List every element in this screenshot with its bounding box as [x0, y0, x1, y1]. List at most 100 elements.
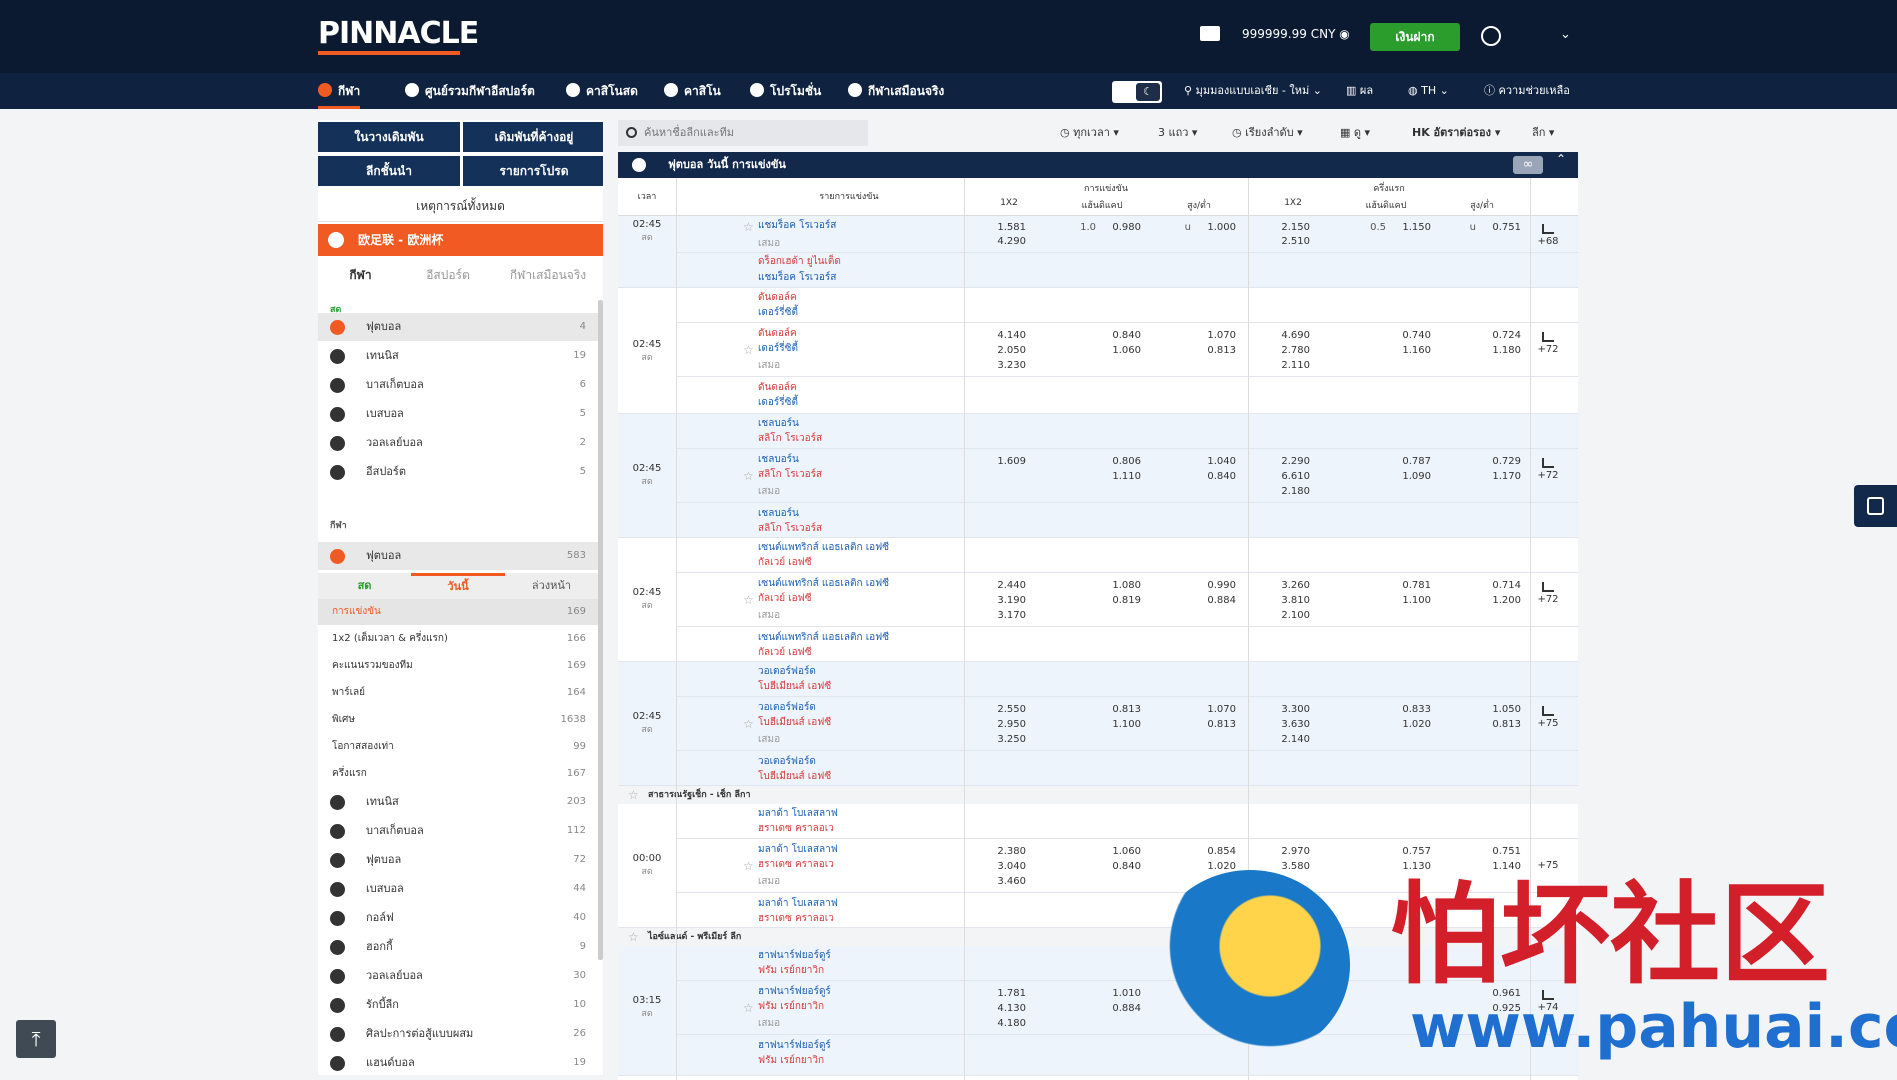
nav-esports-hub[interactable]: ศูนย์รวมกีฬาอีสปอร์ต: [405, 73, 535, 109]
chevron-up-icon[interactable]: ⌃: [1556, 152, 1566, 166]
period-tab-today[interactable]: วันนี้: [411, 573, 505, 599]
odds-cell[interactable]: 2.290: [1280, 454, 1310, 469]
odds-cell[interactable]: 1.160: [1391, 343, 1431, 358]
odds-cell[interactable]: 2.050: [996, 343, 1026, 358]
featured-league-banner[interactable]: 欧足联 - 欧洲杯: [318, 224, 603, 256]
odds-cell[interactable]: 1.050: [1481, 702, 1521, 717]
star-icon[interactable]: ☆: [628, 786, 639, 804]
sport-item[interactable]: ฮอกกี้ 9: [318, 933, 598, 961]
odds-cell[interactable]: 1.070: [1196, 702, 1236, 717]
odds-cell[interactable]: 0.751: [1481, 844, 1521, 859]
odds-cell[interactable]: 1.070: [1196, 328, 1236, 343]
odds-cell[interactable]: 1.180: [1481, 343, 1521, 358]
sport-item[interactable]: บาสเก็ตบอล 112: [318, 817, 598, 845]
odds-cell[interactable]: 1.080: [1101, 578, 1141, 593]
sport-item[interactable]: เบสบอล 44: [318, 875, 598, 903]
star-icon[interactable]: ☆: [743, 717, 754, 731]
odds-cell[interactable]: 4.690: [1280, 328, 1310, 343]
odds-cell[interactable]: 0.990: [1196, 578, 1236, 593]
time-filter[interactable]: ◷ ทุกเวลา ▾: [1060, 120, 1119, 146]
tab-sports[interactable]: กีฬา: [318, 258, 403, 292]
market-item[interactable]: พิเศษ 1638: [318, 707, 598, 733]
star-icon[interactable]: ☆: [743, 343, 754, 357]
odds-cell[interactable]: 4.290: [996, 234, 1026, 249]
odds-cell[interactable]: 2.150: [1280, 220, 1310, 235]
odds-cell[interactable]: 3.260: [1280, 578, 1310, 593]
user-icon[interactable]: [1481, 26, 1501, 46]
nav-casino[interactable]: คาสิโน: [664, 73, 721, 109]
market-item[interactable]: คะแนนรวมของทีม 169: [318, 653, 598, 679]
odds-cell[interactable]: 0.840: [1101, 328, 1141, 343]
live-sport-item[interactable]: ฟุตบอล 4: [318, 313, 598, 341]
mail-icon[interactable]: [1200, 26, 1220, 41]
odds-cell[interactable]: 1.150: [1391, 220, 1431, 235]
nav-virtual-sports[interactable]: กีฬาเสมือนจริง: [848, 73, 944, 109]
market-item[interactable]: ครึ่งแรก 167: [318, 761, 598, 787]
odds-cell[interactable]: 0.840: [1101, 859, 1141, 874]
tab-esports[interactable]: อีสปอร์ต: [403, 258, 493, 292]
odds-cell[interactable]: 0.813: [1481, 717, 1521, 732]
more-markets[interactable]: +72: [1528, 332, 1568, 355]
odds-cell[interactable]: 1.100: [1101, 717, 1141, 732]
view-filter[interactable]: ▦ ดู ▾: [1340, 120, 1370, 146]
odds-cell[interactable]: 0.806: [1101, 454, 1141, 469]
odds-cell[interactable]: 0.884: [1101, 1001, 1141, 1016]
sport-item[interactable]: กอล์ฟ 40: [318, 904, 598, 932]
odds-cell[interactable]: 2.140: [1280, 732, 1310, 747]
odds-cell[interactable]: 0.980: [1101, 220, 1141, 235]
sport-item[interactable]: ฟุตบอล 72: [318, 846, 598, 874]
odds-cell[interactable]: 0.854: [1196, 844, 1236, 859]
sport-item[interactable]: รักบี้ลีก 10: [318, 991, 598, 1019]
odds-cell[interactable]: 1.090: [1391, 469, 1431, 484]
odds-cell[interactable]: 1.781: [996, 986, 1026, 1001]
odds-cell[interactable]: 0.884: [1196, 593, 1236, 608]
odds-cell[interactable]: 2.110: [1280, 358, 1310, 373]
odds-cell[interactable]: 2.440: [996, 578, 1026, 593]
odds-cell[interactable]: 0.787: [1391, 454, 1431, 469]
sort-filter[interactable]: ◷ เรียงลำดับ ▾: [1232, 120, 1303, 146]
star-icon[interactable]: ☆: [743, 469, 754, 483]
period-tab-early[interactable]: ล่วงหน้า: [505, 573, 598, 599]
sport-item[interactable]: เทนนิส 203: [318, 788, 598, 816]
odds-cell[interactable]: 1.609: [996, 454, 1026, 469]
odds-cell[interactable]: 3.190: [996, 593, 1026, 608]
odds-cell[interactable]: 1.020: [1391, 717, 1431, 732]
open-bets-button[interactable]: ในวางเดิมพัน: [318, 122, 460, 152]
results-link[interactable]: ▥ ผล: [1346, 73, 1373, 109]
infinite-scroll-toggle[interactable]: ∞: [1513, 156, 1543, 174]
odds-cell[interactable]: 0.813: [1101, 702, 1141, 717]
sidebar-scrollbar[interactable]: [598, 300, 603, 960]
odds-cell[interactable]: 0.751: [1481, 220, 1521, 235]
live-sport-item[interactable]: อีสปอร์ต 5: [318, 458, 598, 486]
search-input[interactable]: [618, 120, 868, 146]
star-icon[interactable]: ☆: [628, 928, 639, 946]
nav-sports[interactable]: กีฬา: [318, 73, 361, 109]
market-item[interactable]: พาร์เลย์ 164: [318, 680, 598, 706]
market-item[interactable]: 1x2 (เต็มเวลา & ครึ่งแรก) 166: [318, 626, 598, 652]
live-sport-item[interactable]: เบสบอล 5: [318, 400, 598, 428]
favorites-button[interactable]: รายการโปรด: [463, 156, 603, 186]
live-sport-item[interactable]: บาสเก็ตบอล 6: [318, 371, 598, 399]
star-icon[interactable]: ☆: [743, 220, 754, 234]
odds-cell[interactable]: 1.110: [1101, 469, 1141, 484]
star-icon[interactable]: ☆: [743, 593, 754, 607]
live-sport-item[interactable]: วอลเลย์บอล 2: [318, 429, 598, 457]
top-leagues-button[interactable]: ลีกชั้นนำ: [318, 156, 460, 186]
odds-cell[interactable]: 2.380: [996, 844, 1026, 859]
market-item[interactable]: การแข่งขัน 169: [318, 599, 598, 625]
rows-filter[interactable]: 3 แถว ▾: [1158, 120, 1197, 146]
odds-cell[interactable]: 3.250: [996, 732, 1026, 747]
star-icon[interactable]: ☆: [743, 1001, 754, 1015]
nav-live-casino[interactable]: คาสิโนสด: [566, 73, 638, 109]
sport-item[interactable]: วอลเลย์บอล 30: [318, 962, 598, 990]
period-tab-live[interactable]: สด: [318, 573, 411, 599]
odds-cell[interactable]: 3.230: [996, 358, 1026, 373]
all-events-link[interactable]: เหตุการณ์ทั้งหมด: [318, 190, 603, 222]
odds-cell[interactable]: 1.010: [1101, 986, 1141, 1001]
odds-cell[interactable]: 0.813: [1196, 343, 1236, 358]
sport-item[interactable]: ศิลปะการต่อสู้แบบผสม 26: [318, 1020, 598, 1048]
odds-cell[interactable]: 2.550: [996, 702, 1026, 717]
odds-cell[interactable]: 2.970: [1280, 844, 1310, 859]
odds-cell[interactable]: 0.781: [1391, 578, 1431, 593]
scroll-top-button[interactable]: ⤒: [16, 1020, 56, 1058]
